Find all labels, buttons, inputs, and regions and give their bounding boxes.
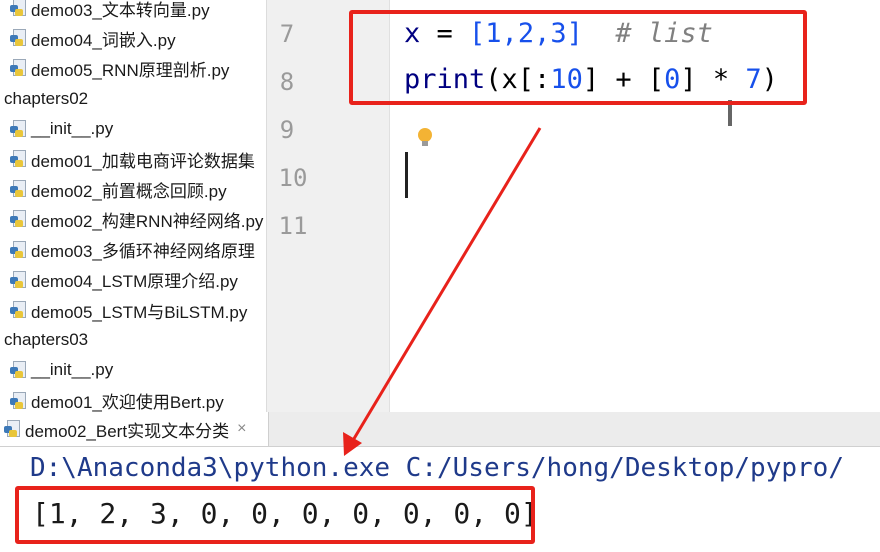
- project-tree: demo03_文本转向量.py demo04_词嵌入.py demo05_RNN原理…: [0, 0, 267, 412]
- tree-file[interactable]: demo01_欢迎使用Bert.py: [0, 386, 224, 412]
- python-file-icon: [4, 420, 20, 438]
- run-tab-bar: demo02_Bert实现文本分类 ×: [0, 412, 880, 447]
- tree-file[interactable]: demo01_加载电商评论数据集: [0, 144, 255, 174]
- tree-file[interactable]: demo04_LSTM原理介绍.py: [0, 265, 238, 295]
- tree-file[interactable]: demo05_LSTM与BiLSTM.py: [0, 295, 247, 325]
- output-highlight-box: [15, 486, 535, 544]
- python-file-icon: [10, 180, 26, 198]
- tree-file[interactable]: demo05_RNN原理剖析.py: [0, 53, 229, 83]
- python-file-icon: [10, 391, 26, 410]
- line-number: 8: [279, 68, 295, 96]
- tree-item-label: chapters03: [4, 330, 89, 350]
- code-highlight-box: [349, 10, 807, 105]
- tree-file[interactable]: demo04_词嵌入.py: [0, 23, 176, 53]
- lightbulb-icon[interactable]: [418, 128, 432, 146]
- tree-item-label: demo04_LSTM原理介绍.py: [31, 272, 238, 292]
- python-file-icon: [10, 0, 26, 17]
- python-file-icon: [10, 59, 26, 77]
- tree-file[interactable]: demo03_文本转向量.py: [0, 0, 210, 23]
- line-number: 9: [279, 116, 295, 144]
- tree-file[interactable]: __init__.py: [0, 355, 113, 385]
- tree-item-label: demo05_RNN原理剖析.py: [31, 60, 230, 80]
- python-file-icon: [10, 301, 26, 319]
- line-number: 10: [278, 164, 308, 192]
- tree-item-label: demo03_文本转向量.py: [31, 0, 210, 20]
- python-file-icon: [10, 210, 26, 228]
- run-tab[interactable]: demo02_Bert实现文本分类 ×: [0, 412, 269, 446]
- python-file-icon: [10, 270, 26, 289]
- console-command[interactable]: D:\Anaconda3\python.exe C:/Users/hong/De…: [30, 453, 844, 483]
- tree-item-label: __init__.py: [31, 118, 114, 138]
- tree-item-label: demo02_构建RNN神经网络.py: [31, 211, 264, 231]
- python-file-icon: [10, 119, 26, 138]
- python-file-icon: [10, 150, 26, 168]
- python-file-icon: [10, 29, 26, 47]
- line-number: 7: [279, 20, 295, 48]
- tree-item-label: demo02_前置概念回顾.py: [31, 181, 227, 201]
- tree-item-label: demo05_LSTM与BiLSTM.py: [31, 302, 248, 322]
- tree-file[interactable]: __init__.py: [0, 114, 113, 144]
- tree-item-label: demo03_多循环神经网络原理: [31, 242, 255, 262]
- tree-item-label: demo01_加载电商评论数据集: [31, 151, 255, 171]
- tree-folder[interactable]: chapters03: [0, 325, 88, 355]
- tree-file[interactable]: demo02_前置概念回顾.py: [0, 174, 227, 204]
- tree-item-label: demo04_词嵌入.py: [31, 30, 176, 50]
- python-file-icon: [10, 361, 26, 379]
- tree-item-label: chapters02: [4, 88, 89, 108]
- run-tab-label: demo02_Bert实现文本分类: [25, 421, 230, 441]
- text-caret: [405, 152, 408, 198]
- tree-item-label: demo01_欢迎使用Bert.py: [31, 393, 224, 412]
- python-file-icon: [10, 240, 26, 259]
- line-number: 11: [278, 212, 308, 240]
- tree-file[interactable]: demo03_多循环神经网络原理: [0, 235, 255, 265]
- tree-folder[interactable]: chapters02: [0, 84, 88, 114]
- tree-file[interactable]: demo02_构建RNN神经网络.py: [0, 204, 263, 234]
- tree-item-label: __init__.py: [31, 360, 114, 380]
- close-icon[interactable]: ×: [237, 420, 246, 438]
